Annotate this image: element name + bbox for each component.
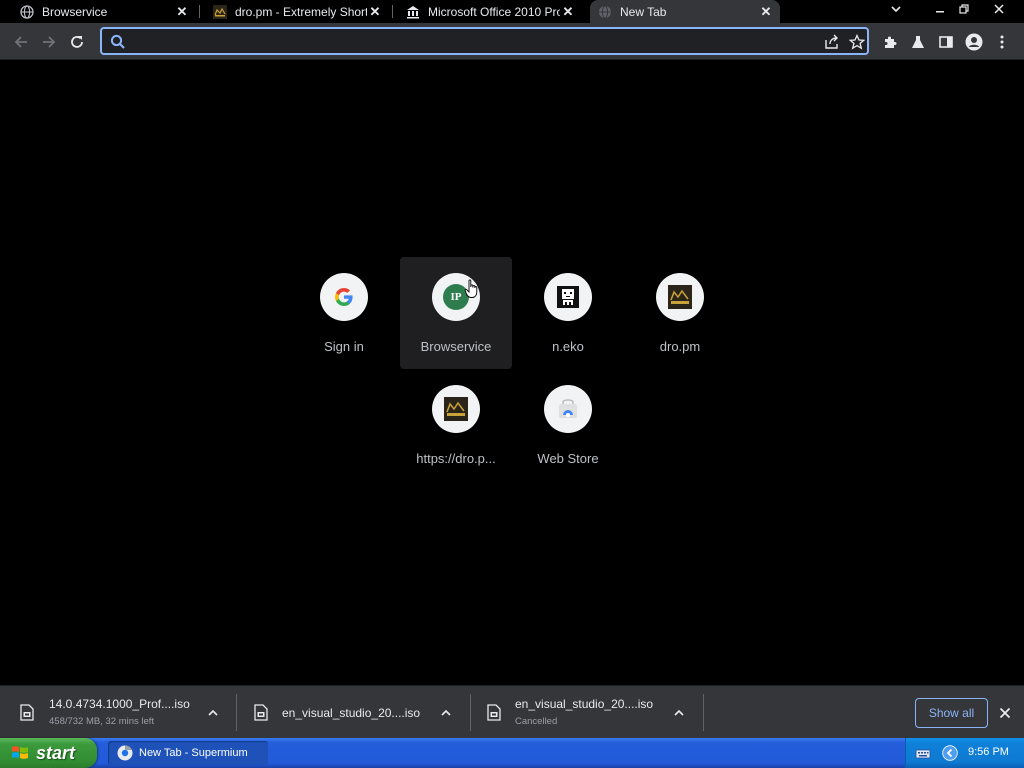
shortcut-tile[interactable]: Sign in <box>288 257 400 369</box>
window-close-icon[interactable] <box>987 0 1011 18</box>
shortcut-label: Browservice <box>420 339 492 354</box>
system-tray: 9:56 PM <box>905 738 1024 768</box>
bank-icon <box>406 5 420 19</box>
shortcut-label: Sign in <box>324 339 364 354</box>
bookmark-star-icon[interactable] <box>847 32 867 52</box>
download-divider <box>703 694 704 731</box>
web-store-icon <box>544 385 592 433</box>
side-panel-icon[interactable] <box>934 30 958 54</box>
tab-title: New Tab <box>620 4 667 19</box>
neko-icon <box>544 273 592 321</box>
shortcut-tile[interactable]: IP Browservice <box>400 257 512 369</box>
shortcut-tile[interactable]: https://dro.p... <box>400 369 512 481</box>
show-all-downloads-button[interactable]: Show all <box>915 698 988 728</box>
tab-title: Browservice <box>42 4 108 19</box>
hand-cursor-icon <box>464 279 478 298</box>
globe-icon <box>598 5 612 19</box>
dro-pm-favicon <box>213 4 227 19</box>
download-divider <box>470 694 471 731</box>
tab-browservice[interactable]: Browservice ✕ <box>12 0 196 23</box>
minimize-icon[interactable] <box>928 0 952 18</box>
system-clock: 9:56 PM <box>968 746 1009 758</box>
tab-divider <box>199 5 200 18</box>
reload-icon[interactable] <box>65 30 89 54</box>
close-shelf-icon[interactable] <box>996 704 1014 722</box>
labs-flask-icon[interactable] <box>906 30 930 54</box>
file-icon <box>487 704 501 721</box>
shortcut-label: n.eko <box>552 339 584 354</box>
shortcut-label: dro.pm <box>659 339 701 354</box>
windows-flag-icon <box>12 746 28 759</box>
tab-office[interactable]: Microsoft Office 2010 Pro ✕ <box>398 0 582 23</box>
file-icon <box>254 704 268 721</box>
forward-arrow-icon[interactable] <box>37 30 61 54</box>
chevron-left-icon[interactable] <box>942 745 958 761</box>
dro-pm-icon <box>432 385 480 433</box>
download-item[interactable]: 14.0.4734.1000_Prof....iso 458/732 MB, 3… <box>20 686 232 739</box>
supermium-browser-icon <box>117 745 133 761</box>
windows-taskbar: start New Tab - Supermium 9:56 PM <box>0 738 1024 768</box>
download-status: 458/732 MB, 32 mins left <box>49 716 155 727</box>
address-input[interactable] <box>132 29 812 53</box>
download-filename: 14.0.4734.1000_Prof....iso <box>49 697 190 711</box>
search-icon <box>108 32 128 52</box>
download-shelf: 14.0.4734.1000_Prof....iso 458/732 MB, 3… <box>0 685 1024 738</box>
shortcut-tile[interactable]: dro.pm <box>624 257 736 369</box>
chevron-up-icon[interactable] <box>205 705 221 721</box>
dro-pm-icon <box>656 273 704 321</box>
shortcut-label: Web Store <box>537 451 599 466</box>
browser-toolbar <box>0 23 1024 60</box>
new-tab-page: Sign in IP Browservice n.eko dro.pm http… <box>0 61 1024 685</box>
download-divider <box>236 694 237 731</box>
tab-close-icon[interactable]: ✕ <box>367 4 383 20</box>
download-status: Cancelled <box>515 716 558 727</box>
share-icon[interactable] <box>822 32 842 52</box>
extensions-puzzle-icon[interactable] <box>878 30 902 54</box>
tab-close-icon[interactable]: ✕ <box>174 4 190 20</box>
tab-new-tab[interactable]: New Tab ✕ <box>590 0 780 23</box>
start-label: start <box>36 742 76 763</box>
shortcut-tile[interactable]: Web Store <box>512 369 624 481</box>
shortcut-label: https://dro.p... <box>416 451 496 466</box>
chevron-up-icon[interactable] <box>671 705 687 721</box>
tab-title: Microsoft Office 2010 Pro <box>428 4 560 19</box>
tab-strip: Browservice ✕ dro.pm - Extremely Short ✕… <box>0 0 1024 23</box>
tab-search-chevron-icon[interactable] <box>884 0 908 18</box>
start-button[interactable]: start <box>0 738 97 768</box>
globe-icon <box>20 4 34 19</box>
download-item[interactable]: en_visual_studio_20....iso Cancelled <box>487 686 699 739</box>
shortcut-tile[interactable]: n.eko <box>512 257 624 369</box>
address-bar[interactable] <box>100 27 869 55</box>
download-filename: en_visual_studio_20....iso <box>282 706 421 720</box>
tab-divider <box>392 5 393 18</box>
tab-dro-pm[interactable]: dro.pm - Extremely Short ✕ <box>205 0 389 23</box>
keyboard-icon[interactable] <box>915 745 931 761</box>
chevron-up-icon[interactable] <box>438 705 454 721</box>
tab-close-icon[interactable]: ✕ <box>758 4 774 20</box>
tab-close-icon[interactable]: ✕ <box>560 4 576 20</box>
google-icon <box>320 273 368 321</box>
taskbar-window-button[interactable]: New Tab - Supermium <box>108 741 268 765</box>
file-icon <box>20 704 34 721</box>
menu-kebab-icon[interactable] <box>990 30 1014 54</box>
download-filename: en_visual_studio_20....iso <box>515 697 654 711</box>
profile-avatar-icon[interactable] <box>962 30 986 54</box>
tab-title: dro.pm - Extremely Short <box>235 4 367 19</box>
restore-icon[interactable] <box>952 0 976 18</box>
taskbar-window-title: New Tab - Supermium <box>139 747 248 759</box>
back-arrow-icon[interactable] <box>9 30 33 54</box>
download-item[interactable]: en_visual_studio_20....iso <box>254 686 466 739</box>
